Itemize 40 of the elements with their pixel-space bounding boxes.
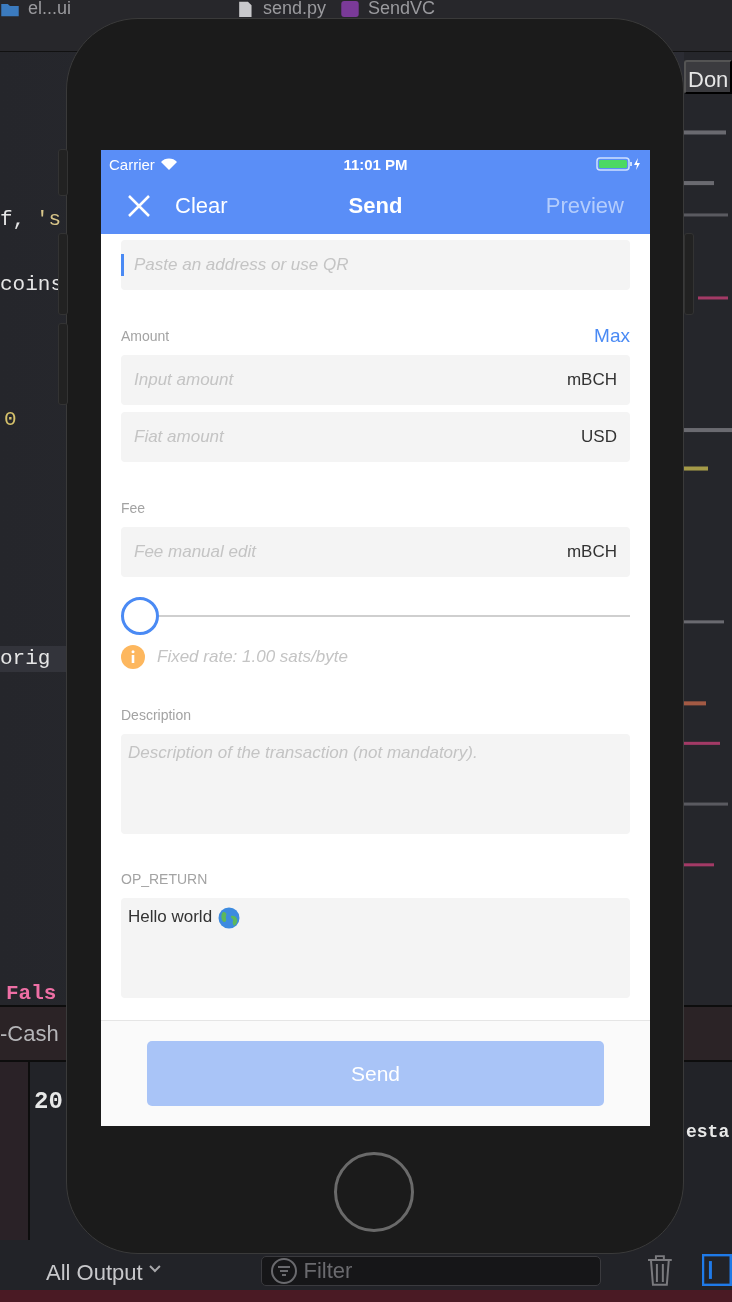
battery-icon — [596, 157, 642, 171]
clear-button[interactable]: Clear — [175, 193, 228, 219]
console-text: esta — [686, 1122, 730, 1142]
globe-icon — [218, 907, 241, 929]
fee-rate-text: Fixed rate: 1.00 sats/byte — [157, 647, 348, 667]
code-text: f, — [0, 207, 26, 233]
tab-title[interactable]: -Cash — [0, 1020, 59, 1047]
code-text: Fals — [6, 981, 57, 1007]
field-label: Amount — [121, 328, 170, 344]
fee-slider[interactable] — [121, 597, 630, 635]
trash-icon[interactable] — [646, 1254, 673, 1286]
class-icon — [340, 0, 361, 17]
status-time: 11:01 PM — [343, 155, 408, 173]
close-icon[interactable] — [127, 194, 151, 218]
screen-title: Send — [348, 193, 403, 219]
output-menu[interactable]: All Output — [46, 1260, 143, 1286]
unit-label: mBCH — [566, 370, 617, 390]
unit-label: USD — [581, 427, 617, 447]
info-icon — [121, 645, 145, 669]
breadcrumb-item[interactable]: send.py — [263, 0, 327, 17]
done-button[interactable]: Don — [684, 60, 732, 94]
unit-label: mBCH — [566, 542, 617, 562]
field-label: Description — [121, 707, 192, 723]
code-text: 0 — [4, 407, 17, 433]
op-return-field[interactable]: Hello world — [121, 898, 630, 998]
code-text: 's — [36, 207, 62, 233]
field-label: OP_RETURN — [121, 871, 208, 887]
max-link[interactable]: Max — [594, 325, 630, 347]
field-label: Fee — [121, 500, 146, 516]
breadcrumb-item[interactable]: el...ui — [28, 0, 72, 17]
console-text: 20 — [34, 1088, 63, 1115]
filter-field[interactable]: Filter — [260, 1256, 601, 1286]
filter-icon — [269, 1257, 298, 1285]
slider-thumb[interactable] — [121, 597, 159, 635]
panel-icon[interactable] — [702, 1254, 732, 1286]
home-button[interactable] — [334, 1152, 414, 1232]
caret-icon — [148, 1265, 161, 1273]
carrier-label: Carrier — [109, 155, 155, 173]
wifi-icon — [159, 157, 178, 171]
breadcrumb-item[interactable]: SendVC — [368, 0, 436, 17]
